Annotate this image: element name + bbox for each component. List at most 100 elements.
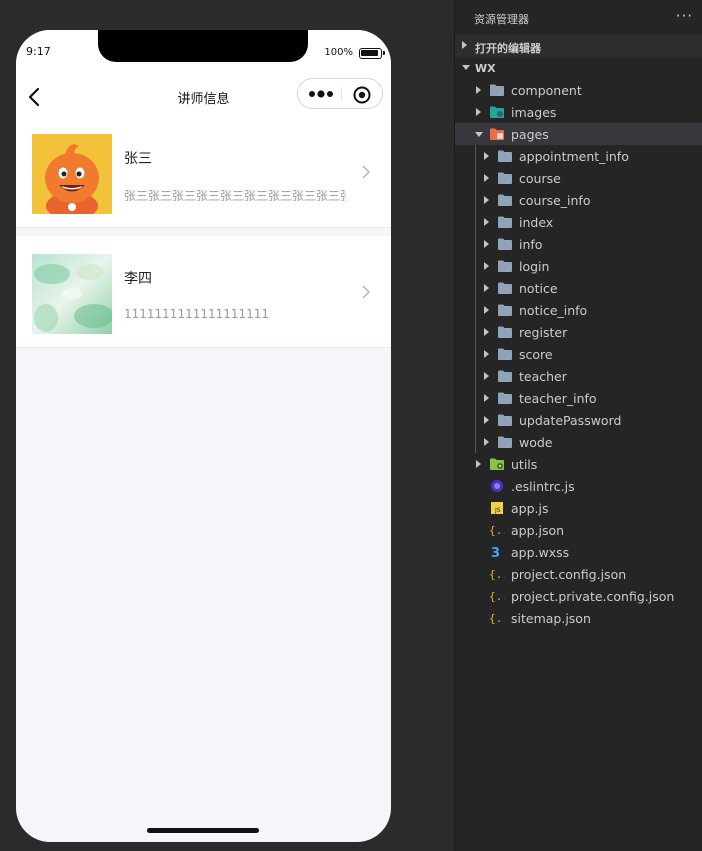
folder-icon: [497, 215, 513, 229]
teacher-name: 张三: [124, 151, 152, 167]
tree-item-label: updatePassword: [519, 413, 622, 428]
tree-item-label: course: [519, 171, 561, 186]
status-bar: 9:17 100%: [16, 30, 391, 76]
collapsed-arrow-icon: [484, 196, 489, 204]
js-file-icon: JS: [489, 501, 505, 515]
explorer-header: 资源管理器 ···: [455, 0, 702, 35]
folder-icon: [497, 171, 513, 185]
chevron-right-icon: [362, 285, 371, 299]
tree-file-app-wxss[interactable]: 3 app.wxss: [455, 541, 702, 563]
folder-icon: [497, 259, 513, 273]
tree-item-label: notice_info: [519, 303, 588, 318]
more-actions-icon[interactable]: ···: [676, 7, 693, 25]
tree-item-label: index: [519, 215, 554, 230]
teacher-avatar: [32, 134, 112, 214]
tree-folder-updatepassword[interactable]: updatePassword: [455, 409, 702, 431]
home-indicator: [147, 828, 259, 833]
tree-item-label: teacher: [519, 369, 567, 384]
battery-icon: [359, 48, 385, 59]
pages-folder-icon: [489, 127, 505, 141]
chevron-right-icon: [362, 165, 371, 179]
tree-folder-course-info[interactable]: course_info: [455, 189, 702, 211]
json-file-icon: {..}: [489, 611, 516, 625]
tree-file-project-private-config-json[interactable]: {..} project.private.config.json: [455, 585, 702, 607]
more-dots-icon[interactable]: [308, 87, 334, 101]
teacher-card[interactable]: 张三 张三张三张三张三张三张三张三张三张三张三张三: [16, 116, 391, 228]
tree-item-label: app.wxss: [511, 545, 570, 560]
tree-folder-index[interactable]: index: [455, 211, 702, 233]
svg-text:{..}: {..}: [489, 568, 505, 581]
tree-folder-notice-info[interactable]: notice_info: [455, 299, 702, 321]
open-editors-section[interactable]: 打开的编辑器: [455, 35, 702, 57]
svg-text:{..}: {..}: [489, 612, 505, 625]
collapsed-arrow-icon: [476, 460, 481, 468]
folder-icon: [497, 369, 513, 383]
collapsed-arrow-icon: [484, 394, 489, 402]
tree-file-app-json[interactable]: {..} app.json: [455, 519, 702, 541]
phone-screen: 9:17 100% 讲师信息 张三 张三张三张三张三张三张三张三张三张三 李四 …: [16, 30, 391, 842]
collapsed-arrow-icon: [484, 218, 489, 226]
tree-folder-appointment-info[interactable]: appointment_info: [455, 145, 702, 167]
tree-item-label: notice: [519, 281, 558, 296]
folder-icon: [497, 391, 513, 405]
collapsed-arrow-icon: [484, 284, 489, 292]
open-editors-label: 打开的编辑器: [475, 42, 541, 55]
tree-folder-teacher[interactable]: teacher: [455, 365, 702, 387]
close-miniprogram-icon[interactable]: [352, 85, 372, 105]
phone-notch: [98, 30, 308, 62]
folder-icon: [497, 413, 513, 427]
tree-folder-teacher-info[interactable]: teacher_info: [455, 387, 702, 409]
tree-folder-register[interactable]: register: [455, 321, 702, 343]
tree-item-label: course_info: [519, 193, 591, 208]
teacher-card[interactable]: 李四 1111111111111111111: [16, 236, 391, 348]
navigation-bar: 讲师信息: [16, 76, 391, 116]
folder-icon: [497, 193, 513, 207]
folder-icon: [497, 325, 513, 339]
battery-percent: 100%: [324, 47, 353, 58]
tree-folder-login[interactable]: login: [455, 255, 702, 277]
explorer-title: 资源管理器: [474, 13, 529, 26]
folder-icon: [497, 149, 513, 163]
workspace-root-label: WX: [475, 62, 496, 75]
tree-item-label: project.private.config.json: [511, 589, 675, 604]
collapsed-arrow-icon: [484, 306, 489, 314]
tree-item-label: appointment_info: [519, 149, 629, 164]
collapsed-arrow-icon: [484, 174, 489, 182]
simulator-panel: 9:17 100% 讲师信息 张三 张三张三张三张三张三张三张三张三张三 李四 …: [0, 0, 454, 851]
tree-folder-images[interactable]: images: [455, 101, 702, 123]
teacher-description: 张三张三张三张三张三张三张三张三张三张三张三: [124, 189, 346, 203]
tree-item-label: project.config.json: [511, 567, 627, 582]
eslint-file-icon: [489, 479, 505, 493]
json-file-icon: {..}: [489, 589, 516, 603]
tree-file-sitemap-json[interactable]: {..} sitemap.json: [455, 607, 702, 629]
menu-capsule: [297, 78, 383, 109]
workspace-root-section[interactable]: WX: [455, 57, 702, 79]
status-time: 9:17: [26, 45, 51, 58]
tree-folder-pages[interactable]: pages: [455, 123, 702, 145]
folder-icon: [497, 237, 513, 251]
css-file-icon: 3: [489, 545, 505, 561]
tree-file-eslintrc-js[interactable]: .eslintrc.js: [455, 475, 702, 497]
tree-item-label: utils: [511, 457, 538, 472]
expanded-arrow-icon: [462, 65, 470, 70]
expanded-arrow-icon: [475, 132, 483, 137]
tree-folder-notice[interactable]: notice: [455, 277, 702, 299]
tree-folder-component[interactable]: component: [455, 79, 702, 101]
tree-folder-score[interactable]: score: [455, 343, 702, 365]
tree-file-project-config-json[interactable]: {..} project.config.json: [455, 563, 702, 585]
svg-text:JS: JS: [494, 507, 501, 514]
collapsed-arrow-icon: [484, 328, 489, 336]
tree-folder-utils[interactable]: utils: [455, 453, 702, 475]
collapsed-arrow-icon: [484, 416, 489, 424]
tree-file-app-js[interactable]: JS app.js: [455, 497, 702, 519]
tree-folder-wode[interactable]: wode: [455, 431, 702, 453]
tree-item-label: score: [519, 347, 553, 362]
collapsed-arrow-icon: [484, 438, 489, 446]
tree-item-label: images: [511, 105, 557, 120]
tree-folder-course[interactable]: course: [455, 167, 702, 189]
teacher-list: 张三 张三张三张三张三张三张三张三张三张三张三张三: [16, 116, 391, 348]
svg-text:{..}: {..}: [489, 590, 505, 603]
tree-folder-info[interactable]: info: [455, 233, 702, 255]
collapsed-arrow-icon: [484, 262, 489, 270]
svg-text:{..}: {..}: [489, 524, 505, 537]
